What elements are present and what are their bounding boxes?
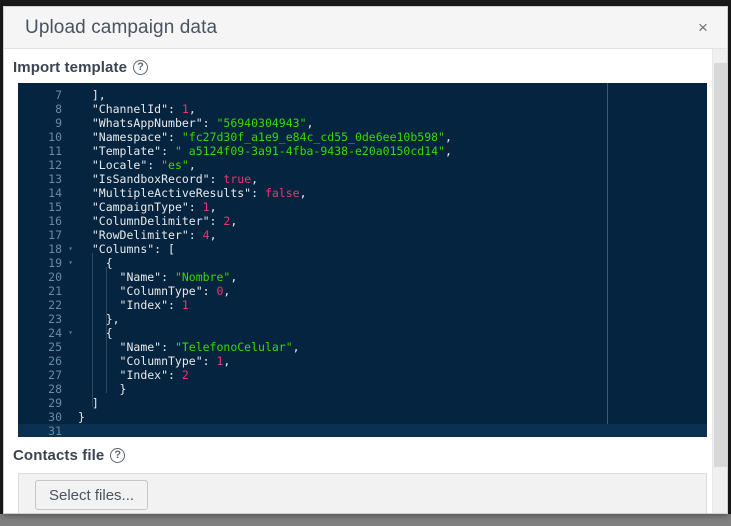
code-line: 23 }, [18, 312, 707, 326]
line-number: 7 [55, 88, 62, 102]
line-number: 29 [48, 396, 62, 410]
dialog-body: Import template 7 ],8 "ChannelId": 1,9 "… [4, 49, 727, 513]
code-text: ], [91, 88, 106, 102]
code-line: 21 "ColumnType": 0, [18, 284, 707, 298]
code-text: "IsSandboxRecord": true, [91, 172, 259, 186]
code-text: "ColumnDelimiter": 2, [91, 214, 238, 228]
page-backdrop-bottom [0, 514, 731, 526]
code-text: "CampaignType": 1, [91, 200, 217, 214]
contacts-file-section: Contacts file Select files... [4, 437, 712, 513]
line-number: 23 [48, 312, 62, 326]
line-number: 19 [48, 256, 62, 270]
code-text: "Name": "TelefonoCelular", [119, 340, 300, 354]
dialog-scrollbar-thumb[interactable] [714, 63, 727, 467]
code-line: 22 "Index": 1 [18, 298, 707, 312]
code-text: "WhatsAppNumber": "56940304943", [91, 116, 314, 130]
code-text: "Namespace": "fc27d30f_a1e9_e84c_cd55_0d… [91, 130, 452, 144]
code-line: 18 ▾ "Columns": [ [18, 242, 707, 256]
code-line: 15 "CampaignType": 1, [18, 200, 707, 214]
code-text: "Columns": [ [91, 242, 175, 256]
code-text: { [105, 256, 113, 270]
code-line: 9 "WhatsAppNumber": "56940304943", [18, 116, 707, 130]
line-number: 13 [48, 172, 62, 186]
code-line: 30} [18, 410, 707, 424]
code-line: 10 "Namespace": "fc27d30f_a1e9_e84c_cd55… [18, 130, 707, 144]
code-text: "Template": " a5124f09-3a91-4fba-9438-e2… [91, 144, 452, 158]
dialog-scrollbar[interactable] [712, 49, 727, 513]
line-number: 16 [48, 214, 62, 228]
line-number: 18 [48, 242, 62, 256]
code-text: "Locale": "es", [91, 158, 196, 172]
code-line: 29 ] [18, 396, 707, 410]
line-number: 24 [48, 326, 62, 340]
line-number: 11 [48, 144, 62, 158]
code-line: 31 [18, 424, 707, 437]
code-text: "Index": 2 [119, 368, 189, 382]
code-line: 17 "RowDelimiter": 4, [18, 228, 707, 242]
indent-guide [91, 253, 93, 407]
fold-arrow-icon[interactable]: ▾ [65, 326, 76, 340]
select-files-button[interactable]: Select files... [35, 480, 149, 510]
line-number: 21 [48, 284, 62, 298]
contacts-file-label-text: Contacts file [13, 447, 105, 464]
help-circle-icon-contacts[interactable] [110, 448, 126, 463]
help-circle-icon[interactable] [133, 60, 149, 75]
fold-arrow-icon[interactable]: ▾ [65, 256, 76, 270]
json-code-editor[interactable]: 7 ], 8 "ChannelId": 1, 9 "WhatsAppNumber":… [18, 83, 707, 437]
code-text: } [78, 410, 85, 424]
line-number: 30 [48, 410, 62, 424]
code-text: }, [105, 312, 120, 326]
line-number: 25 [48, 340, 62, 354]
line-number: 14 [48, 186, 62, 200]
code-line: 16 "ColumnDelimiter": 2, [18, 214, 707, 228]
code-text: "Index": 1 [119, 298, 189, 312]
code-line: 12 "Locale": "es", [18, 158, 707, 172]
code-line: 8 "ChannelId": 1, [18, 102, 707, 116]
code-line: 14 "MultipleActiveResults": false, [18, 186, 707, 200]
code-line: 19 ▾ { [18, 256, 707, 270]
code-line: 25 "Name": "TelefonoCelular", [18, 340, 707, 354]
line-number: 27 [48, 368, 62, 382]
line-number: 28 [48, 382, 62, 396]
code-text: "ColumnType": 0, [119, 284, 231, 298]
line-number: 20 [48, 270, 62, 284]
code-line: 28 } [18, 382, 707, 396]
page-title: Upload campaign data [25, 16, 218, 38]
code-line: 7 ], [18, 88, 707, 102]
line-number: 12 [48, 158, 62, 172]
code-text: "ChannelId": 1, [91, 102, 196, 116]
code-text: "RowDelimiter": 4, [91, 228, 217, 242]
code-text: } [119, 382, 127, 396]
line-number: 15 [48, 200, 62, 214]
line-number: 26 [48, 354, 62, 368]
code-line: 13 "IsSandboxRecord": true, [18, 172, 707, 186]
line-number: 8 [55, 102, 62, 116]
code-text: { [105, 326, 113, 340]
code-text: ] [91, 396, 99, 410]
code-line: 20 "Name": "Nombre", [18, 270, 707, 284]
line-number: 10 [48, 130, 62, 144]
code-text: "Name": "Nombre", [119, 270, 238, 284]
contacts-file-label: Contacts file [4, 437, 712, 471]
code-text: "ColumnType": 1, [119, 354, 231, 368]
import-template-label-text: Import template [13, 59, 128, 76]
code-line: 26 "ColumnType": 1, [18, 354, 707, 368]
file-input-bar[interactable]: Select files... [18, 473, 707, 513]
close-icon[interactable]: × [692, 17, 714, 39]
fold-arrow-icon[interactable]: ▾ [65, 242, 76, 256]
import-template-label: Import template [4, 49, 712, 83]
upload-campaign-data-dialog: Upload campaign data × Import template 7… [3, 6, 728, 514]
indent-guide [105, 267, 107, 393]
line-number: 31 [48, 424, 62, 437]
code-text: "MultipleActiveResults": false, [91, 186, 307, 200]
code-line: 24 ▾ { [18, 326, 707, 340]
editor-line-container: 7 ], 8 "ChannelId": 1, 9 "WhatsAppNumber":… [18, 88, 707, 437]
code-line: 27 "Index": 2 [18, 368, 707, 382]
code-line: 11 "Template": " a5124f09-3a91-4fba-9438… [18, 144, 707, 158]
line-number: 22 [48, 298, 62, 312]
line-number: 9 [55, 116, 62, 130]
dialog-header: Upload campaign data × [4, 7, 727, 49]
line-number: 17 [48, 228, 62, 242]
